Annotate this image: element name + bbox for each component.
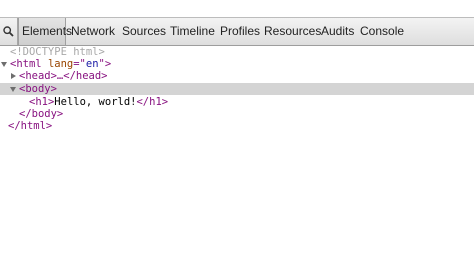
expand-toggle-icon[interactable]	[1, 62, 7, 67]
collapse-toggle-icon[interactable]	[11, 73, 16, 79]
body-open-tag: <body>	[19, 83, 57, 95]
tab-sources[interactable]: Sources	[118, 18, 166, 45]
dom-node-doctype[interactable]: <!DOCTYPE html>	[0, 46, 474, 58]
expand-toggle-icon[interactable]	[10, 87, 16, 92]
dom-node-head[interactable]: <head>…</head>	[0, 70, 474, 82]
tab-console[interactable]: Console	[356, 18, 406, 45]
tab-audits[interactable]: Audits	[317, 18, 356, 45]
h1-text: Hello, world!	[54, 96, 137, 108]
doctype-text: <!DOCTYPE html>	[10, 46, 105, 58]
html-attr-value: en	[85, 58, 99, 70]
magnifier-icon	[2, 26, 14, 37]
elements-dom-tree: <!DOCTYPE html> <html lang="en"> <head>……	[0, 46, 474, 260]
dom-node-html[interactable]: <html lang="en">	[0, 58, 474, 70]
html-attr-eq: ="	[73, 58, 86, 70]
dom-node-body-close[interactable]: </body>	[0, 108, 474, 120]
dom-node-body-selected[interactable]: <body>	[0, 83, 474, 95]
tab-network[interactable]: Network	[67, 18, 117, 45]
inspect-search-button[interactable]	[0, 18, 16, 45]
html-attr-name: lang	[47, 58, 74, 70]
tab-profiles[interactable]: Profiles	[216, 18, 260, 45]
html-open-tag: <html lang="en">	[10, 58, 111, 70]
tab-timeline[interactable]: Timeline	[166, 18, 215, 45]
devtools-toolbar: Elements Network Sources Timeline Profil…	[0, 17, 474, 46]
dom-node-html-close[interactable]: </html>	[0, 120, 474, 132]
dom-node-h1[interactable]: <h1>Hello, world!</h1>	[0, 96, 474, 108]
html-attr-end: ">	[98, 58, 112, 70]
head-collapsed-tag: <head>…</head>	[19, 70, 108, 82]
html-tag-start: <html	[10, 58, 48, 70]
h1-element: <h1>Hello, world!</h1>	[29, 96, 168, 108]
h1-open-tag: <h1>	[29, 96, 55, 108]
body-close-tag: </body>	[19, 108, 64, 120]
h1-close-tag: </h1>	[136, 96, 169, 108]
window-top-strip	[0, 0, 474, 17]
html-close-tag: </html>	[8, 120, 53, 132]
tab-elements[interactable]: Elements	[18, 18, 72, 45]
tab-resources[interactable]: Resources	[260, 18, 321, 45]
